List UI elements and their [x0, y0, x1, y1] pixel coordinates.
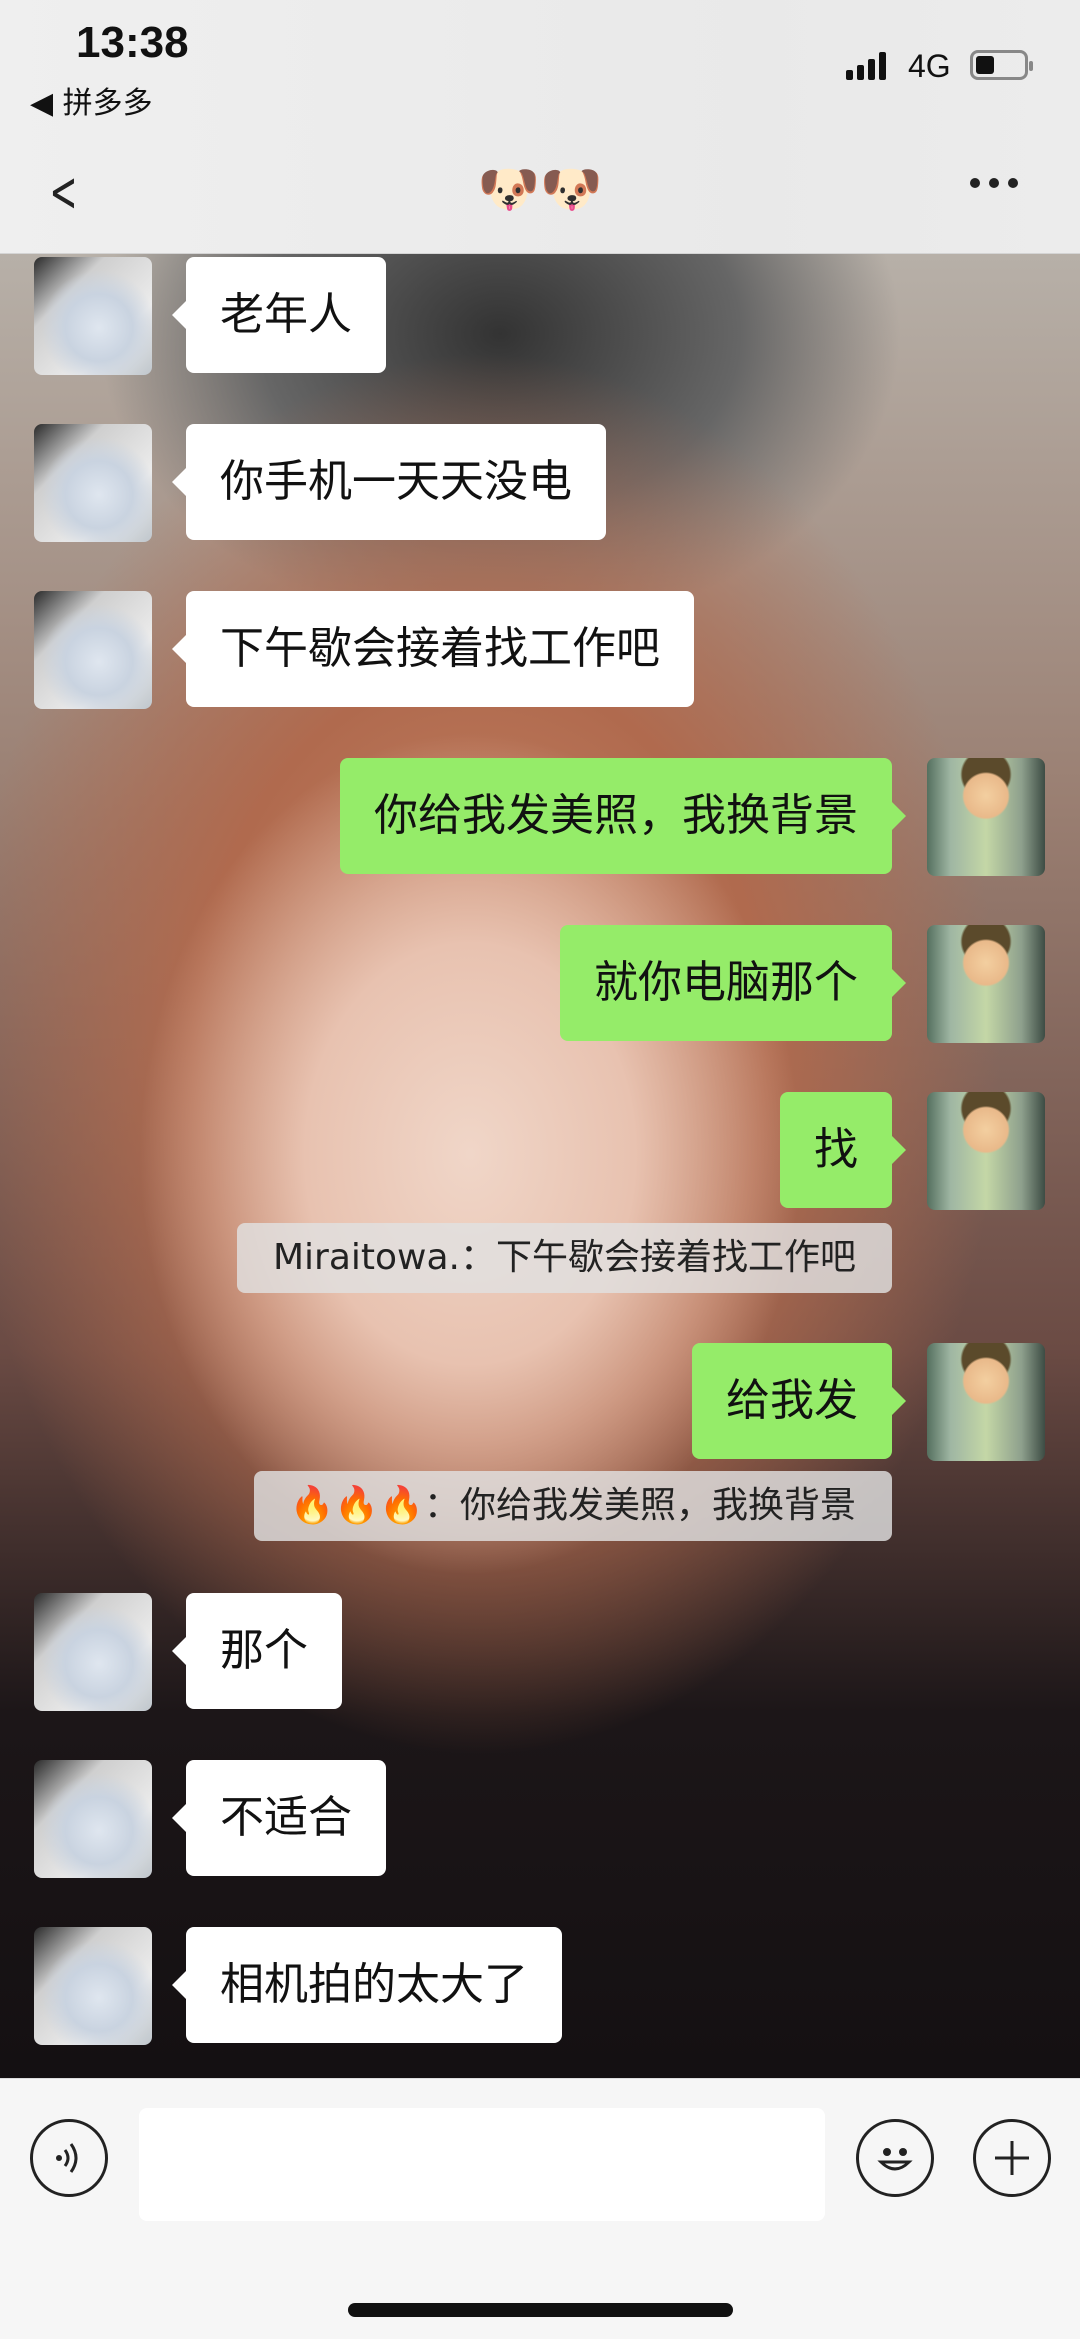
message-bubble[interactable]: 下午歇会接着找工作吧	[172, 591, 694, 707]
avatar[interactable]	[34, 257, 152, 375]
signal-icon	[846, 52, 886, 80]
plus-icon[interactable]	[973, 2119, 1051, 2197]
message-bubble[interactable]: 那个	[172, 1593, 342, 1709]
message-input[interactable]	[139, 2108, 825, 2221]
battery-icon	[970, 50, 1033, 80]
message-bubble[interactable]: 老年人	[172, 257, 386, 373]
home-indicator[interactable]	[348, 2303, 733, 2317]
message-bubble[interactable]: 不适合	[172, 1760, 386, 1876]
avatar[interactable]	[34, 1760, 152, 1878]
message-bubble[interactable]: 你手机一天天没电	[172, 424, 606, 540]
status-time: 13:38	[76, 18, 189, 67]
avatar[interactable]	[927, 1092, 1045, 1210]
network-type: 4G	[908, 48, 951, 84]
chat-screen: 13:38 ◀ 拼多多 4G < 🐶🐶 老年人 你手机一天天没电 下午歇会接着找…	[0, 0, 1080, 2339]
avatar[interactable]	[34, 1927, 152, 2045]
header: 13:38 ◀ 拼多多 4G < 🐶🐶	[0, 0, 1080, 254]
message-list[interactable]: 老年人 你手机一天天没电 下午歇会接着找工作吧 你给我发美照，我换背景 就你电脑…	[0, 254, 1080, 2078]
message-bubble[interactable]: 相机拍的太大了	[172, 1927, 562, 2043]
avatar[interactable]	[34, 591, 152, 709]
voice-icon[interactable]	[30, 2119, 108, 2197]
message-bubble[interactable]: 找	[780, 1092, 906, 1208]
quoted-message[interactable]: Miraitowa.：下午歇会接着找工作吧	[236, 1223, 892, 1293]
avatar[interactable]	[34, 1593, 152, 1711]
message-bubble[interactable]: 给我发	[692, 1343, 906, 1459]
avatar[interactable]	[927, 1343, 1045, 1461]
avatar[interactable]	[927, 925, 1045, 1043]
more-dots-icon[interactable]	[970, 178, 1018, 188]
input-bar	[0, 2078, 1080, 2339]
avatar[interactable]	[927, 758, 1045, 876]
quoted-message[interactable]: 🔥🔥🔥：你给我发美照，我换背景	[253, 1471, 892, 1541]
message-bubble[interactable]: 你给我发美照，我换背景	[340, 758, 906, 874]
message-bubble[interactable]: 就你电脑那个	[560, 925, 906, 1041]
back-to-app-link[interactable]: ◀ 拼多多	[30, 78, 153, 122]
emoji-icon[interactable]	[856, 2119, 934, 2197]
avatar[interactable]	[34, 424, 152, 542]
chat-title: 🐶🐶	[477, 160, 603, 218]
